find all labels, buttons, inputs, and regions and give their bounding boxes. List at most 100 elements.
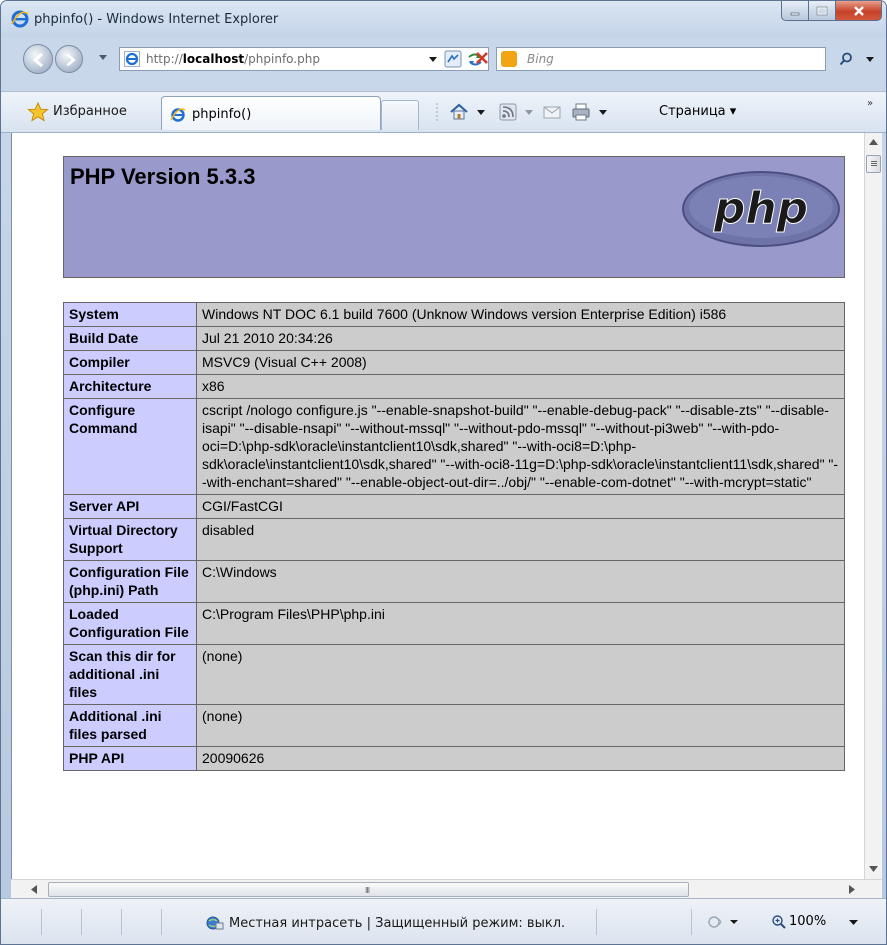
tab-ie-icon bbox=[170, 108, 186, 122]
search-icon[interactable] bbox=[839, 52, 853, 66]
zoom-dropdown-icon[interactable] bbox=[849, 920, 858, 926]
row-value: C:\Windows bbox=[196, 560, 845, 603]
title-bar[interactable]: phpinfo() - Windows Internet Explorer bbox=[1, 1, 886, 37]
compatibility-view-icon[interactable] bbox=[444, 50, 462, 68]
forward-button[interactable] bbox=[55, 45, 83, 73]
table-row: Additional .ini files parsed (none) bbox=[63, 704, 845, 747]
page-ie-icon bbox=[124, 51, 140, 67]
security-zone-text[interactable]: Местная интрасеть | Защищенный режим: вы… bbox=[229, 916, 565, 931]
php-header: PHP Version 5.3.3 php bbox=[63, 156, 845, 278]
row-value: disabled bbox=[196, 518, 845, 561]
favorites-button[interactable]: Избранное bbox=[53, 104, 127, 119]
horizontal-scroll-thumb[interactable]: III bbox=[48, 882, 689, 897]
php-version-title: PHP Version 5.3.3 bbox=[70, 164, 256, 189]
row-value: x86 bbox=[196, 374, 845, 399]
favorites-star-icon[interactable] bbox=[27, 102, 49, 122]
more-commands-chevron-icon[interactable]: » bbox=[867, 98, 873, 109]
print-dropdown-icon[interactable] bbox=[599, 110, 607, 116]
feeds-icon[interactable] bbox=[499, 103, 517, 121]
status-divider bbox=[81, 909, 82, 935]
print-icon[interactable] bbox=[571, 102, 591, 122]
home-dropdown-icon[interactable] bbox=[477, 110, 485, 116]
row-value: (none) bbox=[196, 704, 845, 747]
row-value: C:\Program Files\PHP\php.ini bbox=[196, 602, 845, 645]
intranet-zone-icon[interactable] bbox=[206, 915, 224, 931]
row-value: (none) bbox=[196, 644, 845, 705]
minimize-button[interactable] bbox=[781, 1, 809, 21]
status-divider bbox=[161, 909, 162, 935]
svg-text:php: php bbox=[713, 183, 808, 234]
maximize-button[interactable] bbox=[809, 1, 836, 21]
forward-arrow-icon bbox=[66, 53, 76, 67]
table-row: Server API CGI/FastCGI bbox=[63, 494, 845, 519]
php-logo: php bbox=[682, 171, 840, 247]
row-key: Server API bbox=[63, 494, 197, 519]
search-options-dropdown-icon[interactable] bbox=[865, 56, 875, 64]
vertical-scrollbar[interactable] bbox=[864, 133, 882, 879]
horizontal-scrollbar[interactable]: III bbox=[11, 879, 882, 898]
scroll-down-arrow-icon[interactable] bbox=[869, 866, 878, 872]
url-host: localhost bbox=[182, 52, 245, 66]
table-row: PHP API 20090626 bbox=[63, 746, 845, 771]
back-button[interactable] bbox=[23, 44, 53, 74]
caption-buttons bbox=[781, 1, 882, 23]
row-key: System bbox=[63, 302, 197, 327]
back-arrow-icon bbox=[32, 52, 43, 68]
table-row: Compiler MSVC9 (Visual C++ 2008) bbox=[63, 350, 845, 375]
row-value: 20090626 bbox=[196, 746, 845, 771]
php-info-table: System Windows NT DOC 6.1 build 7600 (Unk… bbox=[63, 302, 845, 771]
row-key: Compiler bbox=[63, 350, 197, 375]
scroll-left-arrow-icon[interactable] bbox=[31, 885, 37, 894]
table-row: System Windows NT DOC 6.1 build 7600 (Unk… bbox=[63, 302, 845, 327]
row-key: Virtual Directory Support bbox=[63, 518, 197, 561]
table-row: Virtual Directory Support disabled bbox=[63, 518, 845, 561]
new-tab-button[interactable] bbox=[381, 100, 419, 130]
table-row: Configuration File (php.ini) Path C:\Wind… bbox=[63, 560, 845, 603]
tab-label: phpinfo() bbox=[192, 107, 252, 122]
zoom-icon[interactable] bbox=[771, 914, 787, 930]
favorites-bar: Избранное phpinfo() Страница ▾ » bbox=[1, 91, 886, 133]
row-value: Jul 21 2010 20:34:26 bbox=[196, 326, 845, 351]
stop-icon[interactable] bbox=[471, 47, 493, 69]
zoom-level[interactable]: 100% bbox=[789, 914, 826, 929]
navigation-bar: http://localhost/phpinfo.php Bing bbox=[1, 37, 886, 91]
mail-icon[interactable] bbox=[543, 104, 561, 120]
table-row: Scan this dir for additional .ini files(… bbox=[63, 644, 845, 705]
separator-grip-icon bbox=[436, 103, 438, 123]
status-divider bbox=[596, 909, 597, 935]
tab-phpinfo[interactable]: phpinfo() bbox=[161, 96, 381, 130]
status-divider bbox=[691, 909, 692, 935]
table-row: Build Date Jul 21 2010 20:34:26 bbox=[63, 326, 845, 351]
scroll-up-arrow-icon[interactable] bbox=[869, 139, 878, 145]
popup-blocker-icon[interactable] bbox=[708, 915, 738, 929]
address-url[interactable]: http://localhost/phpinfo.php bbox=[146, 52, 320, 66]
row-key: Additional .ini files parsed bbox=[63, 704, 197, 747]
table-row: Loaded Configuration File C:\Program File… bbox=[63, 602, 845, 645]
address-dropdown-icon[interactable] bbox=[428, 56, 438, 64]
close-icon bbox=[853, 5, 864, 16]
search-box[interactable]: Bing bbox=[496, 47, 826, 71]
url-prefix: http:// bbox=[146, 52, 183, 66]
horizontal-thumb-grip: III bbox=[365, 886, 370, 895]
row-key: Loaded Configuration File bbox=[63, 602, 197, 645]
row-key: Configuration File (php.ini) Path bbox=[63, 560, 197, 603]
row-key: Build Date bbox=[63, 326, 197, 351]
home-icon[interactable] bbox=[449, 102, 469, 122]
page-menu[interactable]: Страница ▾ bbox=[659, 104, 736, 119]
address-bar[interactable]: http://localhost/phpinfo.php bbox=[119, 47, 489, 71]
minimize-icon bbox=[790, 12, 800, 15]
status-bar: Местная интрасеть | Защищенный режим: вы… bbox=[1, 898, 886, 944]
close-button[interactable] bbox=[836, 1, 882, 21]
row-value: MSVC9 (Visual C++ 2008) bbox=[196, 350, 845, 375]
vertical-scroll-thumb[interactable] bbox=[866, 155, 881, 173]
row-value: Windows NT DOC 6.1 build 7600 (Unknow Wi… bbox=[196, 302, 845, 327]
scroll-right-arrow-icon[interactable] bbox=[849, 885, 855, 894]
bing-logo-icon bbox=[501, 51, 517, 67]
feeds-dropdown-icon[interactable] bbox=[525, 110, 533, 116]
row-key: Scan this dir for additional .ini files bbox=[63, 644, 197, 705]
vertical-thumb-grip bbox=[871, 161, 877, 162]
url-path: /phpinfo.php bbox=[244, 52, 320, 66]
recent-pages-dropdown-icon[interactable] bbox=[98, 54, 108, 62]
status-divider bbox=[121, 909, 122, 935]
page-viewport: PHP Version 5.3.3 php System Windows NT D… bbox=[11, 133, 864, 879]
